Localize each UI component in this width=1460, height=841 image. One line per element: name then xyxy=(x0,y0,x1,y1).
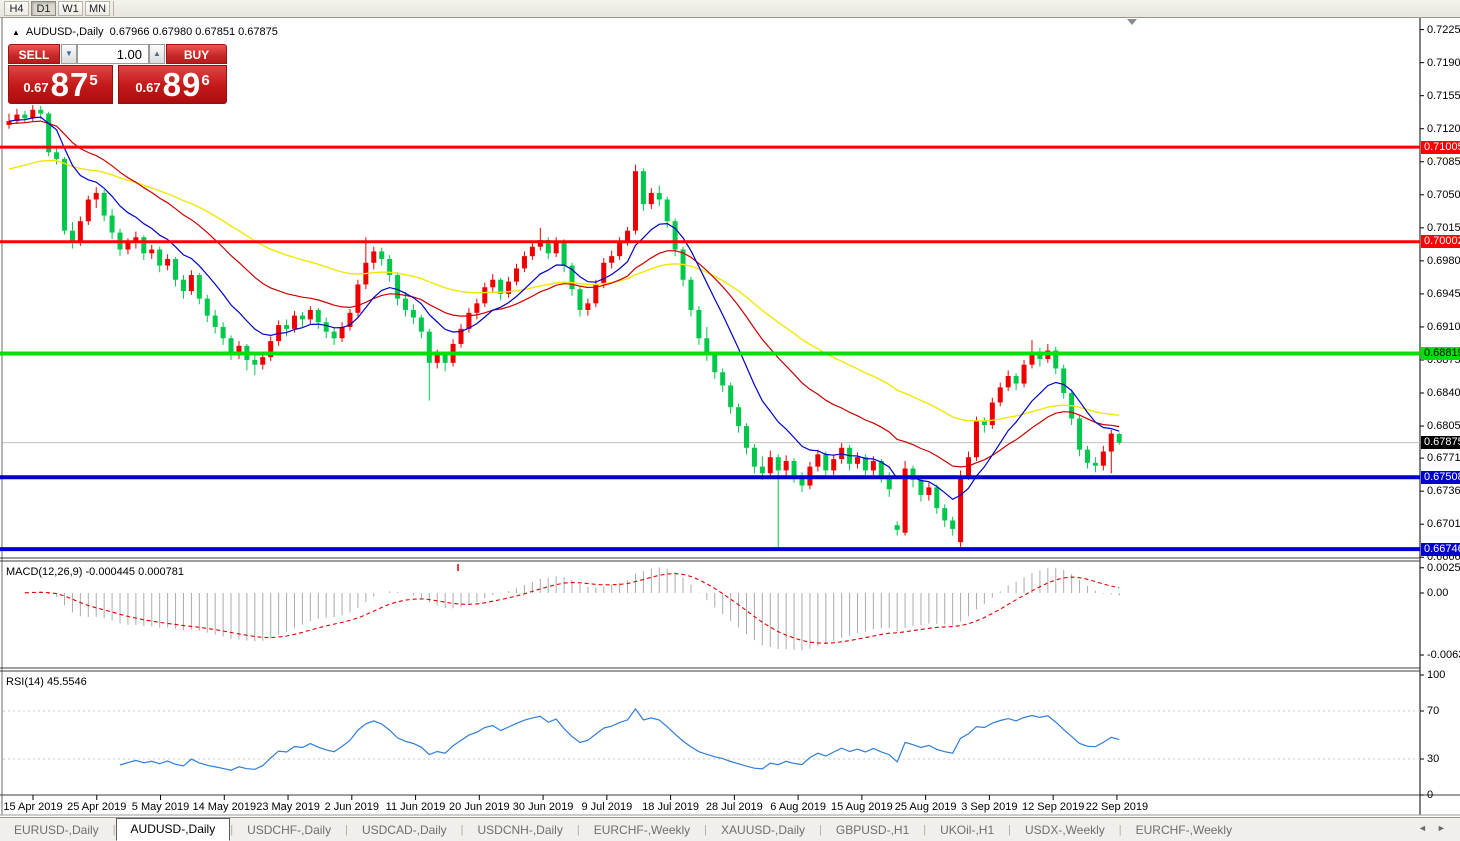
date-label: 30 Jun 2019 xyxy=(513,801,574,813)
price-level-tag: 0.68819 xyxy=(1421,347,1460,360)
price-tick-label: 0.67710 xyxy=(1427,452,1460,464)
price-tick-label: 0.69450 xyxy=(1427,288,1460,300)
price-tick-label: 0.67360 xyxy=(1427,485,1460,497)
tab-scroll-right-icon[interactable]: ► xyxy=(1437,823,1446,833)
collapse-panel-icon[interactable]: ▲ xyxy=(12,28,20,37)
rsi-axis-label: 30 xyxy=(1427,753,1460,765)
tab-eurchf-weekly[interactable]: EURCHF-,Weekly xyxy=(1122,819,1246,841)
tab-eurusd-daily[interactable]: EURUSD-,Daily xyxy=(0,819,113,841)
date-label: 22 Sep 2019 xyxy=(1086,801,1148,813)
date-label: 14 May 2019 xyxy=(192,801,256,813)
price-tick-label: 0.71900 xyxy=(1427,57,1460,69)
price-tick-label: 0.69100 xyxy=(1427,321,1460,333)
price-tick-label: 0.71550 xyxy=(1427,90,1460,102)
date-label: 25 Apr 2019 xyxy=(67,801,126,813)
date-label: 20 Jun 2019 xyxy=(449,801,510,813)
buy-button[interactable]: BUY xyxy=(166,44,227,64)
tab-audusd-daily[interactable]: AUDUSD-,Daily xyxy=(116,818,231,841)
sell-price-big: 87 xyxy=(51,68,90,101)
rsi-axis-label: 100 xyxy=(1427,669,1460,681)
buy-price-prefix: 0.67 xyxy=(135,75,160,101)
trading-platform-window: H4D1W1MN ▲AUDUSD-,Daily 0.67966 0.67980 … xyxy=(0,0,1460,841)
tab-xauusd-daily[interactable]: XAUUSD-,Daily xyxy=(707,819,819,841)
one-click-trading-panel: SELL ▼ ▲ BUY 0.67 87 5 0.67 89 6 xyxy=(8,44,227,104)
price-level-tag: 0.71005 xyxy=(1421,141,1460,154)
sell-price-prefix: 0.67 xyxy=(23,75,48,101)
date-label: 15 Apr 2019 xyxy=(3,801,62,813)
date-label: 11 Jun 2019 xyxy=(386,801,446,813)
tab-usdcnh-daily[interactable]: USDCNH-,Daily xyxy=(464,819,577,841)
sell-price-button[interactable]: 0.67 87 5 xyxy=(8,65,113,104)
chart-canvas[interactable] xyxy=(0,0,1460,841)
tab-gbpusd-h1[interactable]: GBPUSD-,H1 xyxy=(822,819,923,841)
tab-eurchf-weekly[interactable]: EURCHF-,Weekly xyxy=(580,819,704,841)
price-tick-label: 0.68050 xyxy=(1427,420,1460,432)
macd-axis-label: 0.00 xyxy=(1427,587,1448,599)
volume-increase-button[interactable]: ▲ xyxy=(149,44,165,64)
date-label: 6 Aug 2019 xyxy=(770,801,826,813)
chart-tab-bar: EURUSD-,Daily|AUDUSD-,Daily|USDCHF-,Dail… xyxy=(0,817,1460,841)
symbol-label: AUDUSD-,Daily xyxy=(26,26,104,38)
date-label: 18 Jul 2019 xyxy=(642,801,699,813)
rsi-axis-label: 70 xyxy=(1427,705,1460,717)
tab-usdcad-daily[interactable]: USDCAD-,Daily xyxy=(348,819,461,841)
macd-label: MACD(12,26,9) -0.000445 0.000781 xyxy=(6,566,184,578)
sell-price-pip: 5 xyxy=(89,66,97,96)
price-tick-label: 0.69800 xyxy=(1427,255,1460,267)
rsi-label: RSI(14) 45.5546 xyxy=(6,676,87,688)
rsi-value: 45.5546 xyxy=(47,676,87,688)
tab-scroll-left-icon[interactable]: ◄ xyxy=(1418,823,1427,833)
price-level-tag: 0.67875 xyxy=(1421,436,1460,449)
date-label: 3 Sep 2019 xyxy=(961,801,1017,813)
chart-shift-marker xyxy=(1127,19,1137,25)
price-tick-label: 0.70850 xyxy=(1427,156,1460,168)
date-label: 15 Aug 2019 xyxy=(831,801,893,813)
buy-price-pip: 6 xyxy=(201,66,209,96)
volume-input[interactable] xyxy=(77,44,149,64)
price-tick-label: 0.68400 xyxy=(1427,387,1460,399)
volume-decrease-button[interactable]: ▼ xyxy=(61,44,77,64)
buy-price-big: 89 xyxy=(163,68,202,101)
date-label: 23 May 2019 xyxy=(256,801,320,813)
price-level-tag: 0.66746 xyxy=(1421,543,1460,556)
price-tick-label: 0.70150 xyxy=(1427,222,1460,234)
tab-usdx-weekly[interactable]: USDX-,Weekly xyxy=(1011,819,1119,841)
date-label: 28 Jul 2019 xyxy=(706,801,763,813)
price-tick-label: 0.67010 xyxy=(1427,518,1460,530)
macd-axis-label: 0.002574 xyxy=(1427,562,1460,574)
price-level-tag: 0.67508 xyxy=(1421,471,1460,484)
ohlc-values: 0.67966 0.67980 0.67851 0.67875 xyxy=(110,26,278,38)
date-label: 5 May 2019 xyxy=(132,801,189,813)
tab-ukoil-h1[interactable]: UKOil-,H1 xyxy=(926,819,1008,841)
price-tick-label: 0.71200 xyxy=(1427,123,1460,135)
price-tick-label: 0.70500 xyxy=(1427,189,1460,201)
macd-axis-label: -0.006326 xyxy=(1427,649,1460,661)
price-level-tag: 0.70002 xyxy=(1421,235,1460,248)
date-label: 12 Sep 2019 xyxy=(1022,801,1084,813)
sell-button[interactable]: SELL xyxy=(8,44,60,64)
rsi-axis-label: 0 xyxy=(1427,789,1460,801)
chart-title: ▲ AUDUSD-,Daily 0.67966 0.67980 0.67851 0… xyxy=(12,26,278,38)
date-label: 9 Jul 2019 xyxy=(581,801,632,813)
macd-values: -0.000445 0.000781 xyxy=(85,566,183,578)
tab-usdchf-daily[interactable]: USDCHF-,Daily xyxy=(233,819,345,841)
date-label: 2 Jun 2019 xyxy=(325,801,379,813)
buy-price-button[interactable]: 0.67 89 6 xyxy=(118,65,227,104)
price-tick-label: 0.72250 xyxy=(1427,24,1460,36)
date-label: 25 Aug 2019 xyxy=(895,801,957,813)
